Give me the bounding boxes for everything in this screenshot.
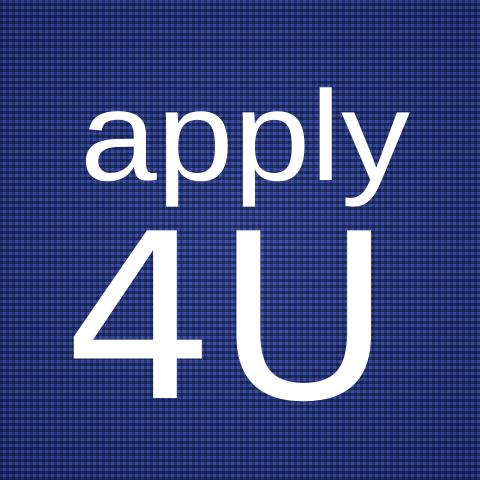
logo-tile: apply 4U xyxy=(0,0,480,480)
logo-word-4u: 4U xyxy=(62,186,392,453)
logo-mark: apply 4U xyxy=(62,65,410,453)
